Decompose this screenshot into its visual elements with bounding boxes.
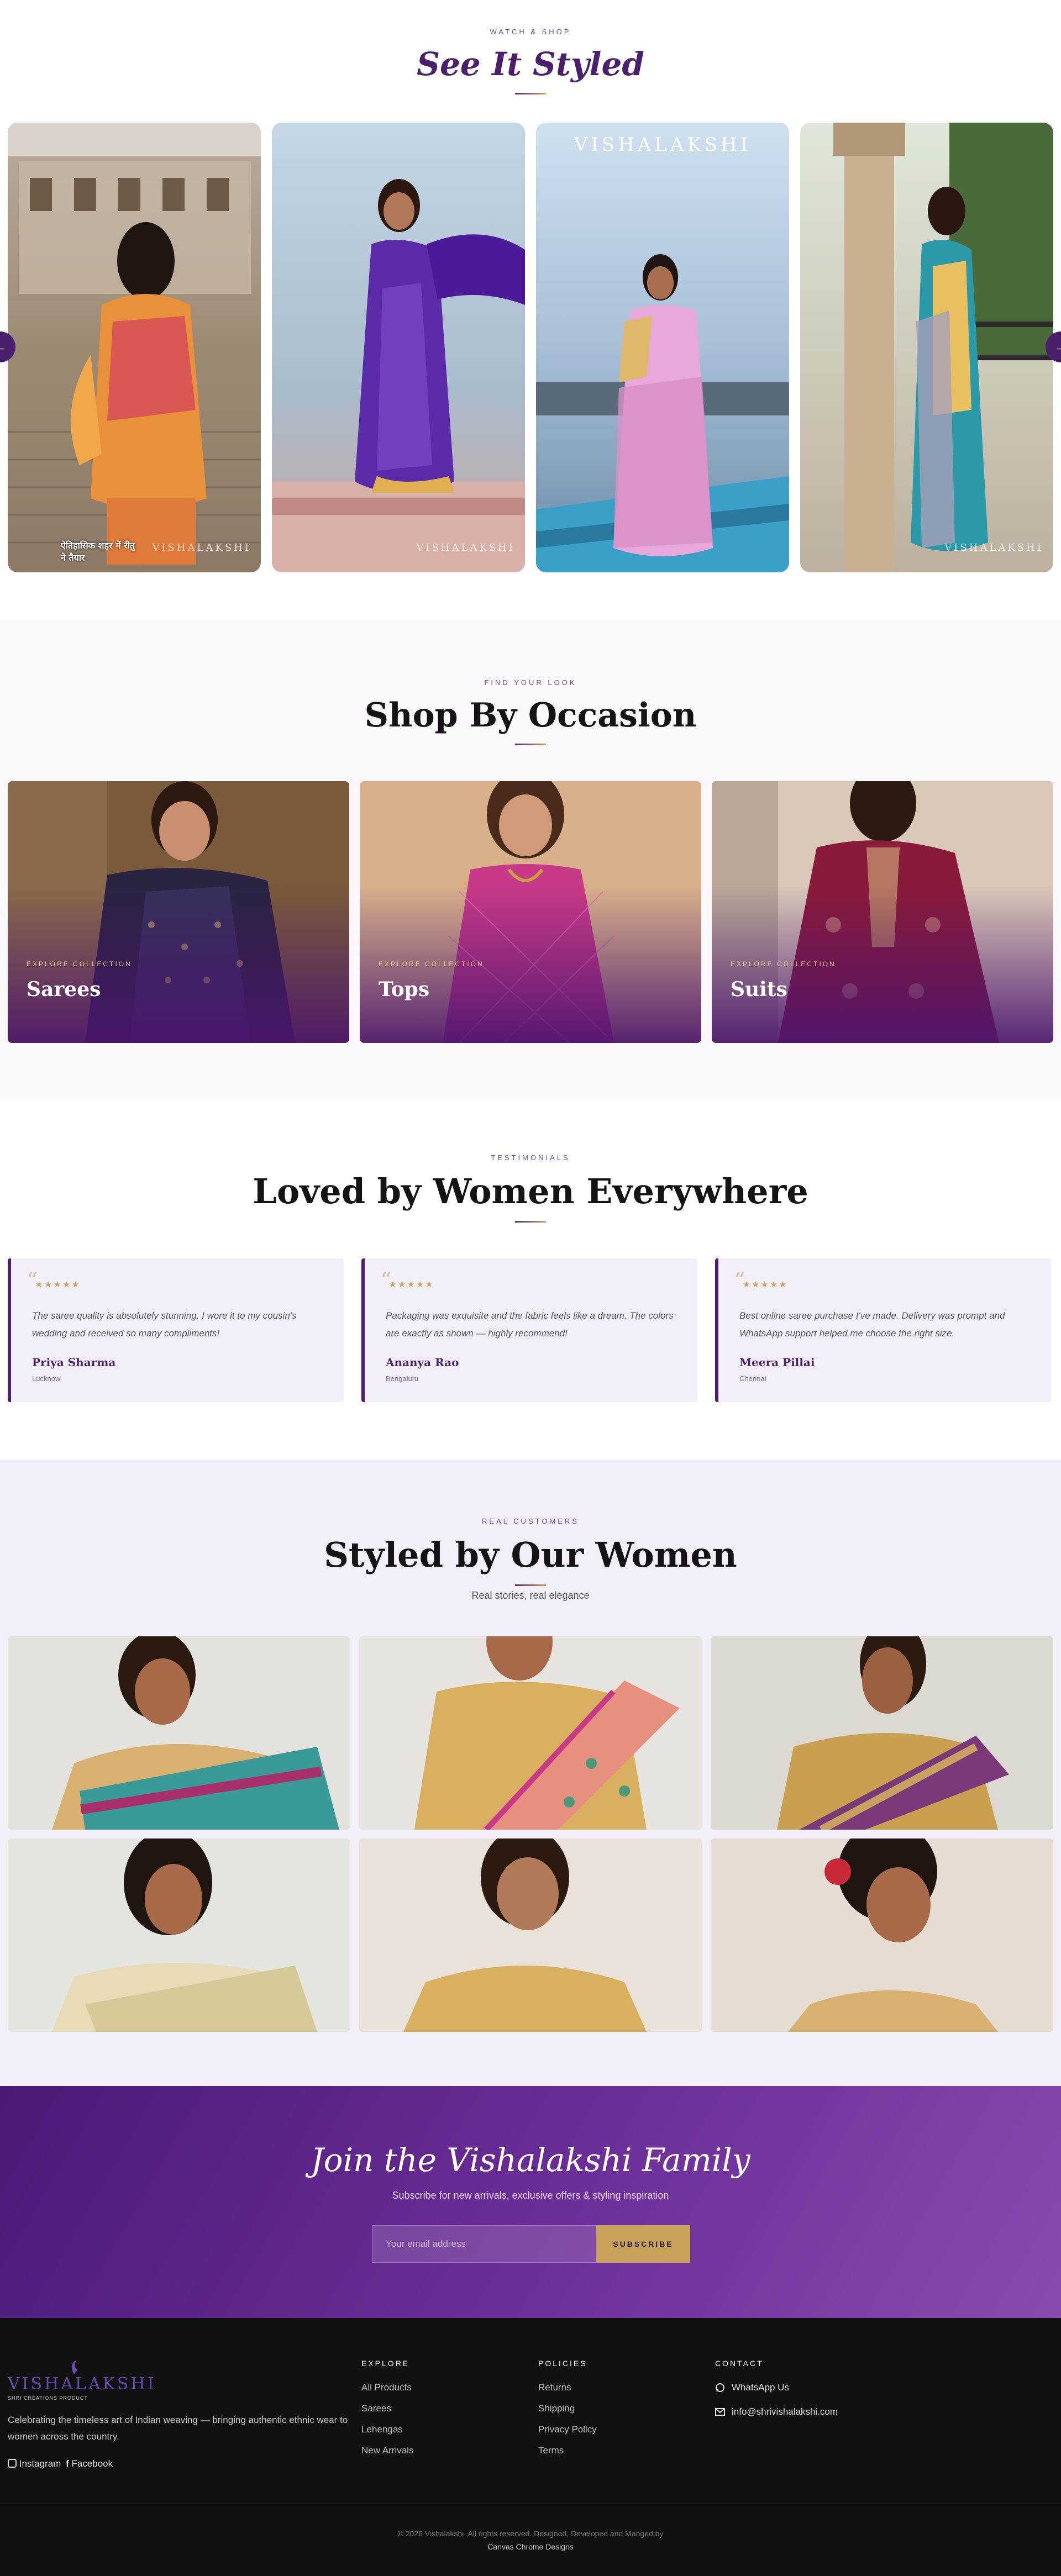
video-frame-image — [272, 123, 525, 572]
card-eyebrow: EXPLORE COLLECTION — [27, 960, 132, 968]
footer-column-title: EXPLORE — [361, 2359, 410, 2368]
footer-explore-column: EXPLORE All Products Sarees Lehengas New… — [361, 2359, 413, 2466]
footer-logo-text: VISHALAKSHI — [8, 2374, 156, 2394]
testimonial-city: Bengaluru — [386, 1374, 419, 1383]
section-eyebrow: WATCH & SHOP — [490, 28, 571, 36]
newsletter-section: Join the Vishalakshi Family Subscribe fo… — [0, 2086, 1061, 2318]
testimonial-card: “ ★★★★★ Best online saree purchase I've … — [715, 1258, 1051, 1402]
title-divider — [515, 744, 546, 745]
instagram-link[interactable]: Instagram — [19, 2458, 61, 2469]
card-title: Suits — [731, 978, 787, 1001]
section-title: Styled by Our Women — [324, 1535, 737, 1575]
footer-link[interactable]: All Products — [361, 2382, 413, 2393]
gallery-image[interactable] — [359, 1636, 702, 1830]
whatsapp-icon — [716, 2383, 724, 2392]
testimonial-author: Ananya Rao — [386, 1356, 459, 1369]
gallery-image[interactable] — [711, 1839, 1053, 2032]
see-it-styled-section: WATCH & SHOP See It Styled ऐतिहासिक शहर … — [0, 0, 1061, 613]
email-link[interactable]: info@shrivishalakshi.com — [732, 2406, 838, 2417]
customer-gallery-section: REAL CUSTOMERS Styled by Our Women Real … — [0, 1460, 1061, 2086]
testimonial-card: “ ★★★★★ Packaging was exquisite and the … — [361, 1258, 697, 1402]
footer-link[interactable]: Privacy Policy — [538, 2424, 597, 2435]
card-title: Tops — [379, 978, 430, 1001]
footer-link[interactable]: Terms — [538, 2445, 597, 2456]
section-title: See It Styled — [417, 45, 644, 83]
video-watermark: VISHALAKSHI — [944, 542, 1043, 554]
rating-stars: ★★★★★ — [389, 1280, 435, 1289]
footer-link[interactable]: New Arrivals — [361, 2445, 413, 2456]
footer-contact-column: CONTACT WhatsApp Us info@shrivishalakshi… — [715, 2359, 838, 2431]
section-title: Shop By Occasion — [364, 696, 697, 735]
designer-credit-link[interactable]: Canvas Chrome Designs — [0, 2542, 1061, 2551]
testimonial-text: Packaging was exquisite and the fabric f… — [386, 1310, 674, 1339]
testimonial-text: The saree quality is absolutely stunning… — [32, 1310, 297, 1339]
video-card[interactable]: VISHALAKSHI — [536, 123, 789, 572]
footer-logo[interactable]: VISHALAKSHI SHRI CREATIONS PRODUCT — [8, 2359, 154, 2405]
video-card[interactable]: VISHALAKSHI — [800, 123, 1053, 572]
title-divider — [515, 1584, 546, 1586]
footer-description: Celebrating the timeless art of Indian w… — [8, 2415, 348, 2442]
facebook-icon[interactable]: f — [66, 2458, 69, 2469]
newsletter-title: Join the Vishalakshi Family — [311, 2141, 750, 2179]
gallery-image[interactable] — [711, 1636, 1053, 1830]
video-overlay-caption: ऐतिहासिक शहर में रीतु ने तैयार — [61, 540, 135, 563]
video-frame-image — [800, 123, 1053, 572]
testimonial-city: Lucknow — [32, 1374, 61, 1383]
section-eyebrow: FIND YOUR LOOK — [484, 678, 577, 687]
whatsapp-link[interactable]: WhatsApp Us — [732, 2382, 789, 2393]
video-brand-logo: VISHALAKSHI — [574, 134, 752, 156]
testimonial-author: Priya Sharma — [32, 1356, 116, 1369]
rating-stars: ★★★★★ — [35, 1280, 81, 1289]
email-icon — [715, 2408, 725, 2416]
section-eyebrow: REAL CUSTOMERS — [482, 1517, 579, 1525]
gallery-image[interactable] — [359, 1839, 702, 2032]
footer-social-links: Instagram f Facebook — [8, 2458, 113, 2469]
video-watermark: VISHALAKSHI — [416, 542, 515, 554]
instagram-icon[interactable] — [8, 2459, 17, 2468]
occasion-card-sarees[interactable]: EXPLORE COLLECTION Sarees — [8, 781, 349, 1043]
facebook-link[interactable]: Facebook — [71, 2458, 113, 2469]
subscribe-button[interactable]: SUBSCRIBE — [596, 2225, 690, 2263]
shop-by-occasion-section: FIND YOUR LOOK Shop By Occasion EXPLORE … — [0, 620, 1061, 1100]
video-watermark: VISHALAKSHI — [152, 542, 251, 554]
footer-link[interactable]: Returns — [538, 2382, 597, 2393]
video-card[interactable]: VISHALAKSHI — [272, 123, 525, 572]
occasion-card-tops[interactable]: EXPLORE COLLECTION Tops — [360, 781, 701, 1043]
footer-column-title: POLICIES — [538, 2359, 587, 2368]
footer-policies-column: POLICIES Returns Shipping Privacy Policy… — [538, 2359, 597, 2466]
newsletter-subtitle: Subscribe for new arrivals, exclusive of… — [392, 2190, 669, 2201]
footer-link[interactable]: Shipping — [538, 2403, 597, 2414]
footer-link[interactable]: Sarees — [361, 2403, 413, 2414]
footer-link[interactable]: Lehengas — [361, 2424, 413, 2435]
video-card[interactable]: ऐतिहासिक शहर में रीतु ने तैयार VISHALAKS… — [8, 123, 261, 572]
section-subtitle: Real stories, real elegance — [471, 1590, 590, 1601]
testimonials-section: TESTIMONIALS Loved by Women Everywhere “… — [0, 1100, 1061, 1460]
occasion-card-suits[interactable]: EXPLORE COLLECTION Suits — [712, 781, 1053, 1043]
footer-column-title: CONTACT — [715, 2359, 764, 2368]
footer-logo-subtitle: SHRI CREATIONS PRODUCT — [8, 2395, 88, 2401]
title-divider — [515, 93, 546, 94]
copyright-text: © 2026 Vishalakshi. All rights reserved.… — [397, 2529, 664, 2538]
testimonial-author: Meera Pillai — [739, 1356, 815, 1369]
whatsapp-contact[interactable]: WhatsApp Us — [715, 2382, 838, 2393]
card-eyebrow: EXPLORE COLLECTION — [731, 960, 836, 968]
video-frame-image — [536, 123, 789, 572]
section-title: Loved by Women Everywhere — [253, 1171, 808, 1211]
rating-stars: ★★★★★ — [743, 1280, 789, 1289]
site-footer: VISHALAKSHI SHRI CREATIONS PRODUCT Celeb… — [0, 2318, 1061, 2576]
newsletter-email-input[interactable] — [372, 2225, 596, 2263]
title-divider — [515, 1221, 546, 1223]
card-title: Sarees — [27, 978, 101, 1001]
email-contact[interactable]: info@shrivishalakshi.com — [715, 2406, 838, 2417]
card-eyebrow: EXPLORE COLLECTION — [379, 960, 484, 968]
gallery-image[interactable] — [8, 1839, 350, 2032]
testimonial-city: Chennai — [739, 1374, 766, 1383]
section-eyebrow: TESTIMONIALS — [491, 1153, 570, 1162]
testimonial-text: Best online saree purchase I've made. De… — [739, 1310, 1005, 1339]
video-frame-image — [8, 123, 261, 572]
gallery-image[interactable] — [8, 1636, 350, 1830]
peacock-logo-icon — [71, 2360, 77, 2374]
testimonial-card: “ ★★★★★ The saree quality is absolutely … — [8, 1258, 344, 1402]
